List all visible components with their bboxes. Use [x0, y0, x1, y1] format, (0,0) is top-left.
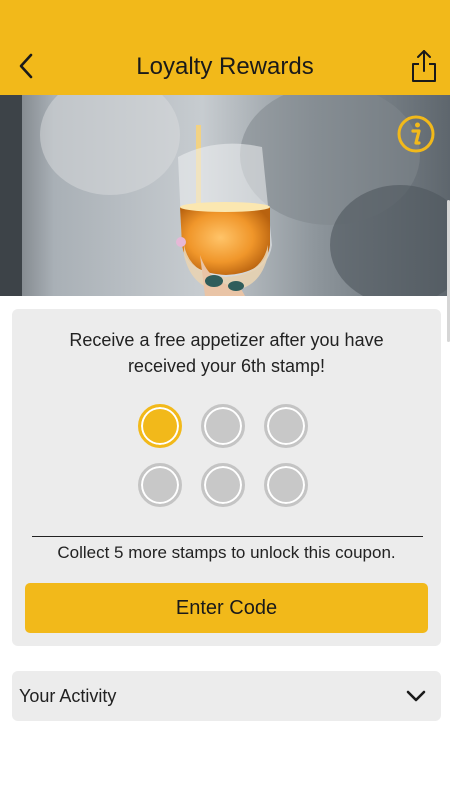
info-icon — [397, 115, 435, 153]
stamp-6 — [264, 463, 308, 507]
hero-image — [0, 95, 450, 296]
enter-code-button[interactable]: Enter Code — [25, 583, 428, 633]
stamp-1 — [138, 404, 182, 448]
chevron-down-icon — [406, 690, 426, 702]
stamp-progress-message: Collect 5 more stamps to unlock this cou… — [57, 543, 396, 562]
chevron-left-icon — [19, 53, 33, 79]
info-button[interactable] — [396, 114, 436, 154]
reward-description: Receive a free appetizer after you have … — [69, 330, 384, 376]
your-activity-label: Your Activity — [19, 686, 117, 706]
stamp-2 — [201, 404, 245, 448]
share-button[interactable] — [406, 46, 442, 86]
beer-glass-photo — [0, 95, 450, 296]
page-title: Loyalty Rewards — [136, 53, 314, 80]
app-bar: Loyalty Rewards — [0, 0, 450, 95]
stamp-5 — [201, 463, 245, 507]
stamp-3 — [264, 404, 308, 448]
divider — [32, 536, 423, 537]
reward-card: Receive a free appetizer after you have … — [12, 309, 441, 646]
your-activity-toggle[interactable]: Your Activity — [12, 671, 441, 721]
stamp-4 — [138, 463, 182, 507]
back-button[interactable] — [10, 46, 44, 86]
share-icon — [412, 50, 436, 82]
